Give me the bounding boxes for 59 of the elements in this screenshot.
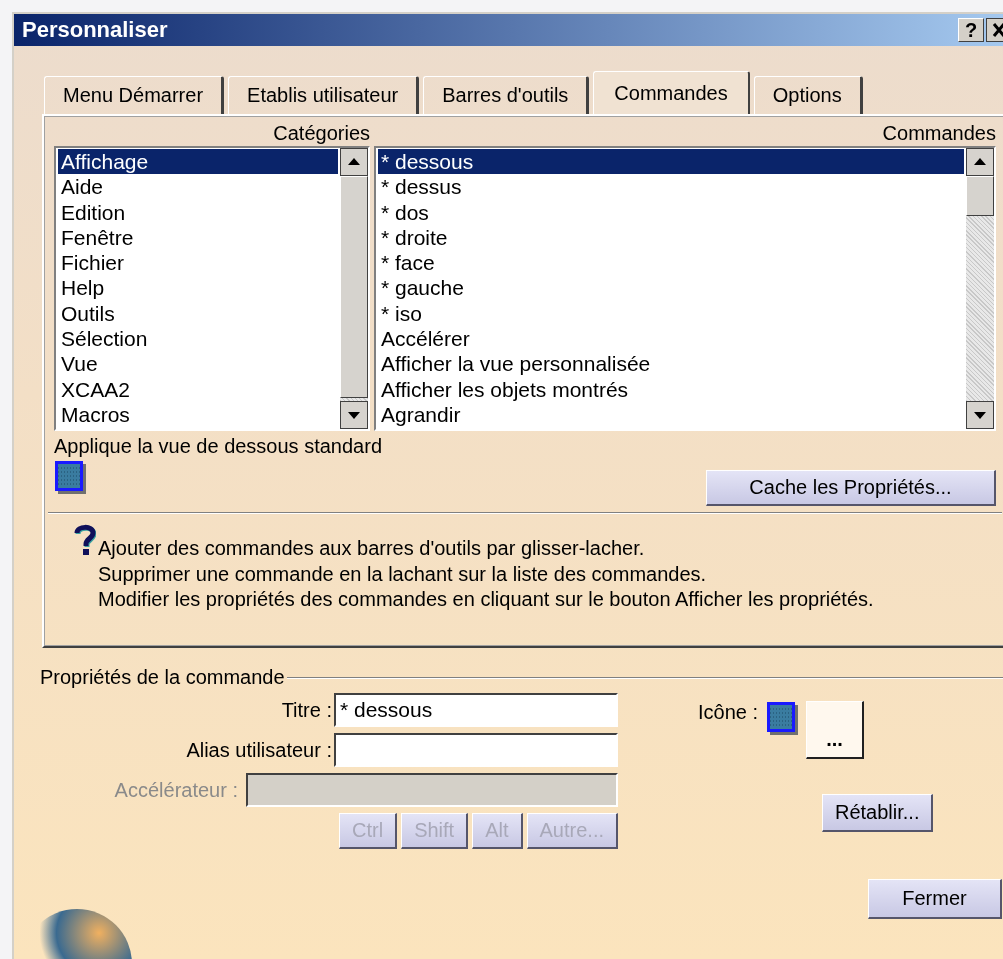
list-item[interactable]: * face bbox=[378, 250, 964, 276]
help-text: Modifier les propriétés des commandes en cliquant sur le bouton Afficher les propriétés. bbox=[98, 587, 874, 612]
reset-button[interactable]: Rétablir... bbox=[822, 794, 934, 832]
tab[interactable]: Menu Démarrer bbox=[44, 76, 225, 114]
help-icon bbox=[74, 524, 96, 556]
scroll-up-icon[interactable] bbox=[966, 148, 994, 176]
tab[interactable]: Options bbox=[753, 76, 863, 114]
list-item[interactable]: Fichier bbox=[58, 250, 338, 276]
scroll-down-icon[interactable] bbox=[966, 401, 994, 429]
command-icon bbox=[54, 460, 88, 496]
list-item[interactable]: XCAA2 bbox=[58, 376, 338, 402]
group-legend: Propriétés de la commande bbox=[40, 666, 285, 689]
field-label: Alias utilisateur : bbox=[185, 738, 333, 762]
scroll-up-icon[interactable] bbox=[340, 148, 368, 176]
list-item[interactable]: * iso bbox=[378, 300, 964, 327]
help-text: Ajouter des commandes aux barres d'outils par glisser-lacher. bbox=[98, 536, 646, 561]
command-description: Applique la vue de dessous standard bbox=[54, 435, 383, 458]
list-item[interactable]: * dessus bbox=[378, 174, 964, 200]
list-item[interactable]: Afficher la vue personnalisée bbox=[378, 351, 964, 377]
list-item[interactable]: Aide bbox=[58, 174, 338, 200]
scroll-down-icon[interactable] bbox=[340, 401, 368, 429]
scrollbar[interactable] bbox=[966, 148, 994, 429]
list-item[interactable]: * droite bbox=[378, 224, 964, 251]
list-heading: Catégories bbox=[272, 121, 370, 146]
list-item[interactable]: Affichage bbox=[58, 149, 338, 175]
help-text: Supprimer une commande en la lachant sur la liste des commandes. bbox=[98, 561, 708, 587]
window-title: Personnaliser bbox=[22, 17, 169, 43]
commands-list[interactable]: * dessous * dessus * dos * droite * face * gauche * iso Accélérer Afficher la vue personnalisée Afficher les objets montrés Agrandir bbox=[374, 146, 996, 431]
list-item[interactable]: Afficher les objets montrés bbox=[378, 376, 964, 402]
list-item[interactable]: Vue bbox=[58, 351, 338, 377]
browse-button[interactable]: ... bbox=[806, 701, 865, 759]
help-button[interactable]: ? bbox=[958, 18, 984, 42]
list-item[interactable]: * dessous bbox=[378, 149, 964, 175]
title-field[interactable]: * dessous bbox=[334, 693, 618, 727]
field-label: Accélérateur : bbox=[114, 778, 239, 802]
list-item[interactable]: Edition bbox=[58, 199, 338, 225]
list-item[interactable]: Help bbox=[58, 275, 338, 301]
categories-list[interactable]: Affichage Aide Edition Fenêtre Fichier Help Outils Sélection Vue XCAA2 Macros bbox=[54, 146, 370, 431]
tab[interactable]: Etablis utilisateur bbox=[228, 76, 420, 114]
list-item[interactable]: Accélérer bbox=[378, 326, 964, 352]
list-item[interactable]: * dos bbox=[378, 199, 964, 225]
hide-properties-button[interactable]: Cache les Propriétés... bbox=[706, 470, 996, 506]
list-item[interactable]: Sélection bbox=[58, 326, 338, 352]
tab[interactable]: Barres d'outils bbox=[423, 76, 590, 114]
list-item[interactable]: Agrandir bbox=[378, 401, 964, 428]
list-item[interactable]: * gauche bbox=[378, 275, 964, 301]
command-icon bbox=[766, 701, 801, 737]
list-item[interactable]: Fenêtre bbox=[58, 224, 338, 251]
list-heading: Commandes bbox=[881, 121, 996, 146]
scrollbar[interactable] bbox=[340, 148, 368, 429]
alias-field[interactable] bbox=[334, 733, 618, 767]
list-item[interactable]: Outils bbox=[58, 300, 338, 327]
scroll-thumb[interactable] bbox=[966, 176, 994, 216]
field-label: Icône : bbox=[698, 701, 760, 724]
scroll-thumb[interactable] bbox=[340, 176, 368, 398]
field-label: Titre : bbox=[280, 698, 333, 722]
tab[interactable]: Commandes bbox=[593, 71, 750, 114]
list-item[interactable]: Macros bbox=[58, 401, 338, 428]
close-button[interactable]: Fermer bbox=[868, 879, 1002, 919]
